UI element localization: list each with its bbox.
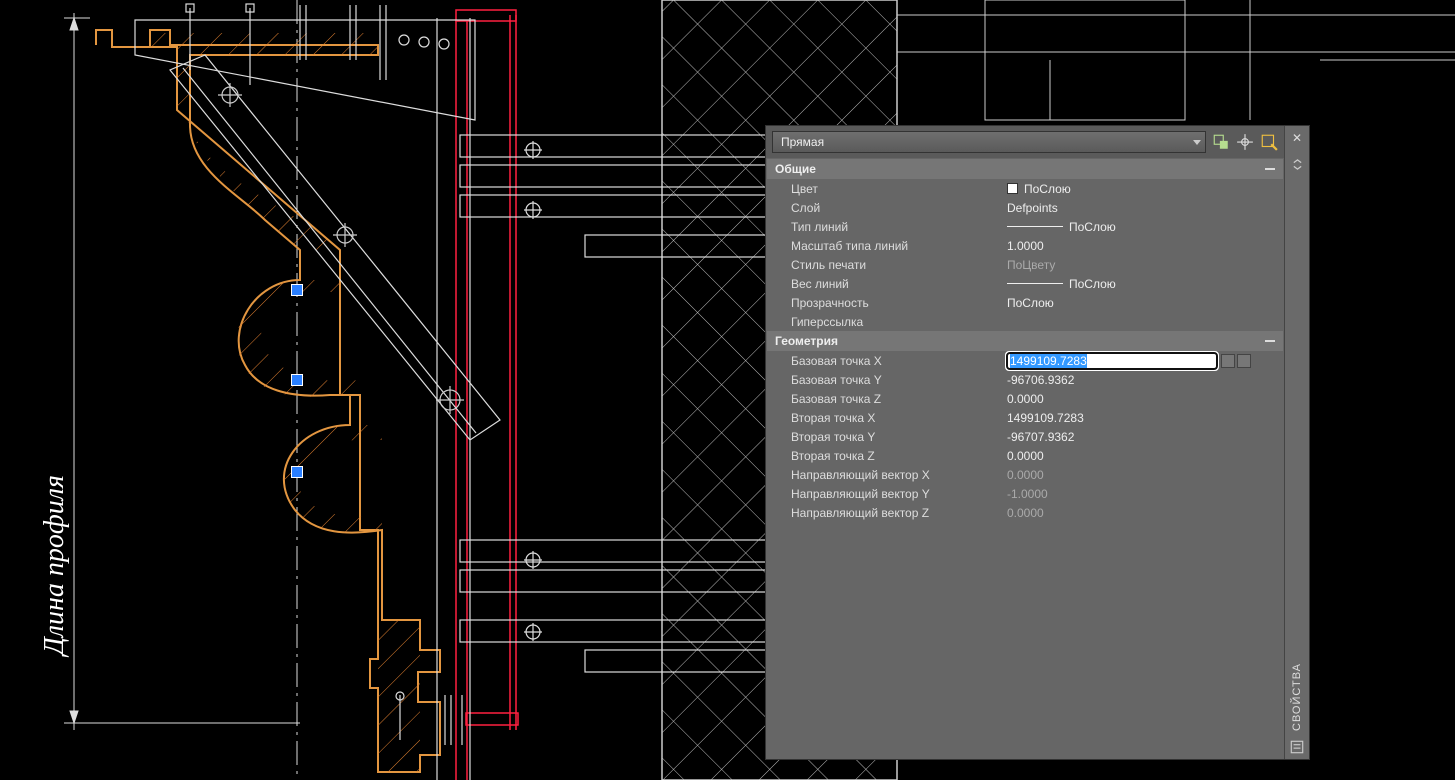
prop-row: Базовая точка Y-96706.9362 (767, 370, 1283, 389)
collapse-icon (1265, 168, 1275, 170)
pick-point-icon[interactable] (1237, 354, 1251, 368)
prop-row: Гиперссылка (767, 312, 1283, 331)
calculator-icon[interactable] (1221, 354, 1235, 368)
prop-row: Направляющий вектор Z0.0000 (767, 503, 1283, 522)
selection-grip[interactable] (291, 466, 303, 478)
prop-row: ЦветПоСлою (767, 179, 1283, 198)
linetype-swatch-icon (1007, 226, 1063, 227)
prop-value-basez[interactable]: 0.0000 (1007, 392, 1283, 406)
dock-toggle-icon[interactable] (1289, 156, 1305, 172)
prop-value-secondx[interactable]: 1499109.7283 (1007, 411, 1283, 425)
prop-row: Вес линийПоСлою (767, 274, 1283, 293)
properties-palette: Прямая Общие ЦветПоСлою СлойDefpoints Ти… (765, 125, 1310, 760)
color-swatch-icon (1007, 183, 1018, 194)
prop-value-layer[interactable]: Defpoints (1007, 201, 1283, 215)
prop-value-basey[interactable]: -96706.9362 (1007, 373, 1283, 387)
prop-input-basex[interactable] (1007, 353, 1217, 369)
pick-object-icon[interactable] (1236, 133, 1254, 151)
prop-value-secondz[interactable]: 0.0000 (1007, 449, 1283, 463)
properties-toolbar: Прямая (766, 126, 1284, 158)
selection-grip[interactable] (291, 284, 303, 296)
prop-row: Направляющий вектор Y-1.0000 (767, 484, 1283, 503)
prop-row: СлойDefpoints (767, 198, 1283, 217)
prop-row: Тип линийПоСлою (767, 217, 1283, 236)
section-header-geometry[interactable]: Геометрия (767, 331, 1283, 351)
chevron-down-icon (1193, 140, 1201, 145)
palette-title-bar[interactable]: ✕ СВОЙСТВА (1284, 126, 1309, 759)
prop-value-color[interactable]: ПоСлою (1007, 182, 1283, 196)
prop-value-ltscale[interactable]: 1.0000 (1007, 239, 1283, 253)
collapse-icon (1265, 340, 1275, 342)
object-type-label: Прямая (781, 135, 824, 149)
prop-row: ПрозрачностьПоСлою (767, 293, 1283, 312)
prop-value-transparency[interactable]: ПоСлою (1007, 296, 1283, 310)
prop-row: Базовая точка Z0.0000 (767, 389, 1283, 408)
prop-row: Стиль печатиПоЦвету (767, 255, 1283, 274)
palette-menu-icon[interactable] (1289, 739, 1305, 755)
prop-value-basex[interactable] (1007, 353, 1283, 369)
prop-row: Масштаб типа линий1.0000 (767, 236, 1283, 255)
lineweight-swatch-icon (1007, 283, 1063, 284)
prop-row: Базовая точка X (767, 351, 1283, 370)
prop-row: Вторая точка Y-96707.9362 (767, 427, 1283, 446)
palette-title-label: СВОЙСТВА (1291, 663, 1303, 731)
section-header-general[interactable]: Общие (767, 159, 1283, 179)
properties-body: Общие ЦветПоСлою СлойDefpoints Тип линий… (766, 158, 1284, 759)
prop-value-dirx: 0.0000 (1007, 468, 1283, 482)
prop-value-dirz: 0.0000 (1007, 506, 1283, 520)
selection-grip[interactable] (291, 374, 303, 386)
prop-row: Направляющий вектор X0.0000 (767, 465, 1283, 484)
prop-value-diry: -1.0000 (1007, 487, 1283, 501)
prop-row: Вторая точка Z0.0000 (767, 446, 1283, 465)
prop-value-plotstyle: ПоЦвету (1007, 258, 1283, 272)
dimension-label: Длина профиля (39, 475, 71, 655)
quick-select-icon[interactable] (1260, 133, 1278, 151)
object-type-selector[interactable]: Прямая (772, 131, 1206, 153)
prop-value-lineweight[interactable]: ПоСлою (1007, 277, 1283, 291)
prop-value-secondy[interactable]: -96707.9362 (1007, 430, 1283, 444)
close-icon: ✕ (1292, 131, 1302, 145)
close-button[interactable]: ✕ (1289, 130, 1305, 146)
prop-row: Вторая точка X1499109.7283 (767, 408, 1283, 427)
add-to-selection-icon[interactable] (1212, 133, 1230, 151)
prop-value-linetype[interactable]: ПоСлою (1007, 220, 1283, 234)
